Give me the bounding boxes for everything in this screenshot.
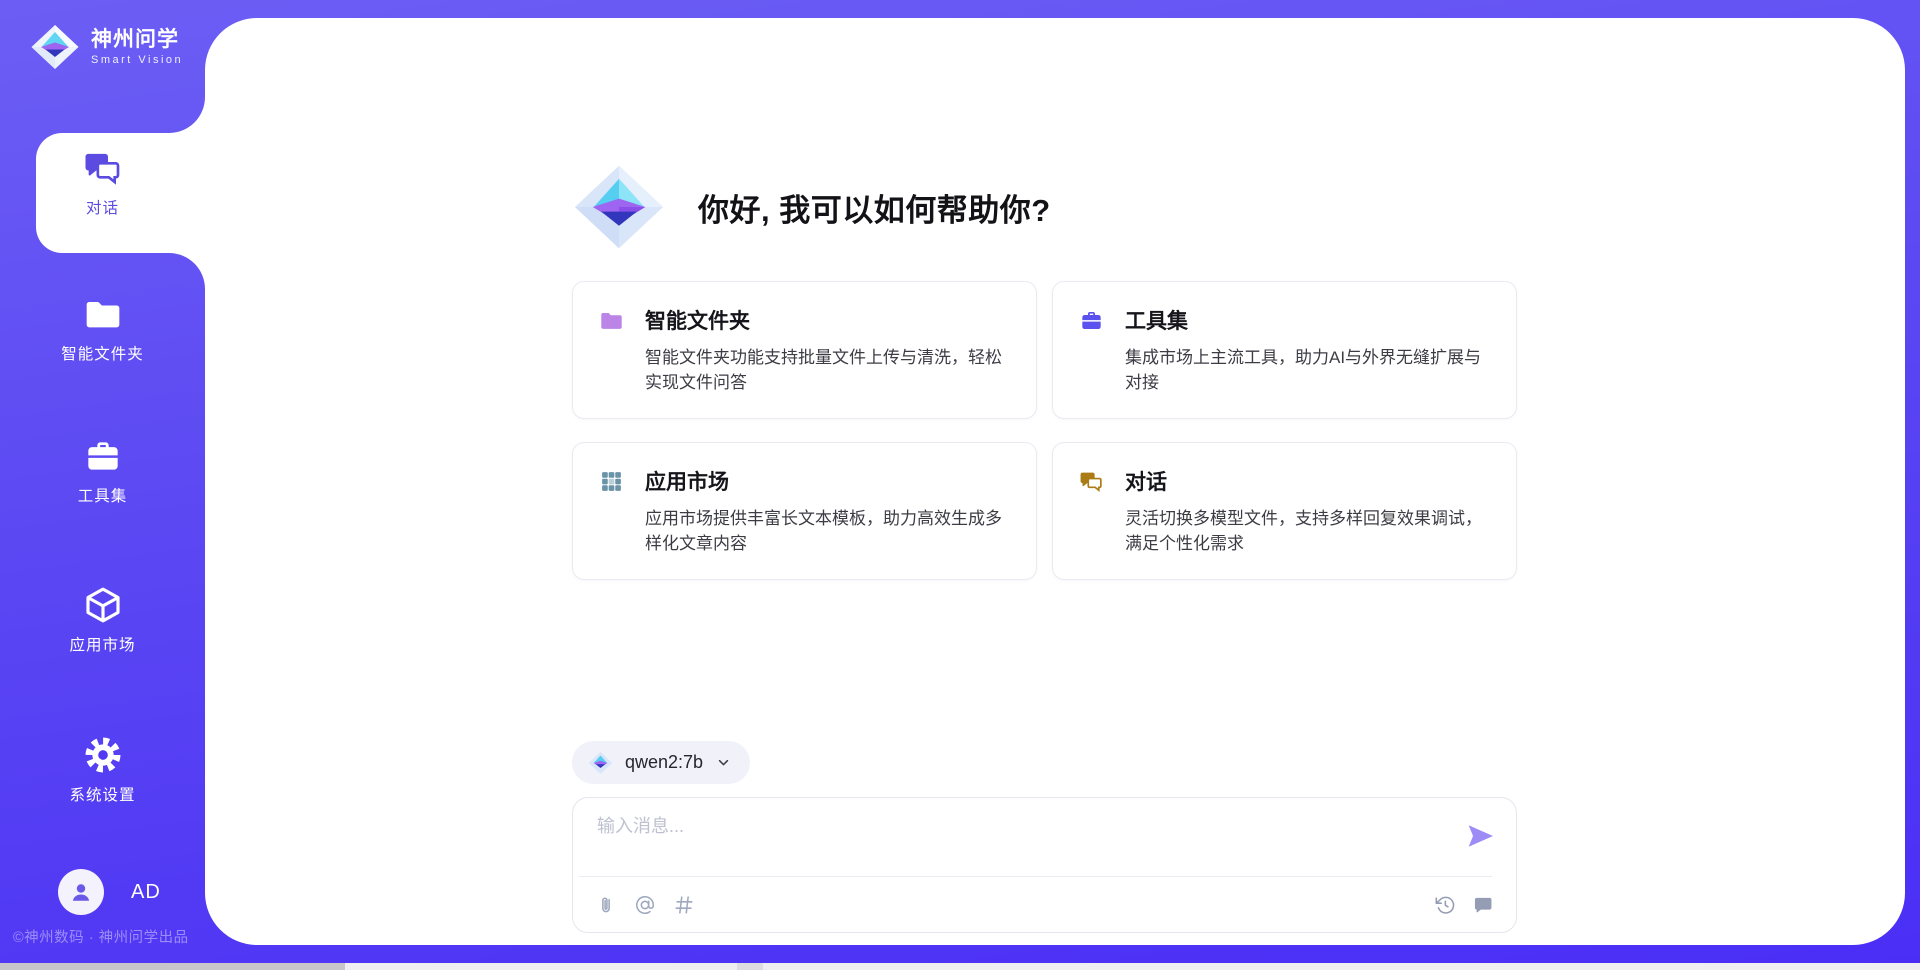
card-desc: 智能文件夹功能支持批量文件上传与清洗，轻松实现文件问答 bbox=[645, 345, 1010, 395]
card-desc: 应用市场提供丰富长文本模板，助力高效生成多样化文章内容 bbox=[645, 506, 1010, 556]
greeting: 你好, 我可以如何帮助你? bbox=[572, 163, 1517, 251]
chat-icon bbox=[1079, 469, 1104, 494]
history-button[interactable] bbox=[1434, 894, 1456, 916]
mention-button[interactable] bbox=[634, 894, 656, 916]
sidebar-item-toolset[interactable]: 工具集 bbox=[0, 436, 205, 506]
sidebar-item-settings[interactable]: 系统设置 bbox=[0, 735, 205, 805]
input-divider bbox=[579, 876, 1492, 877]
sidebar-footer: ©神州数码 · 神州问学出品 bbox=[13, 926, 189, 947]
person-icon bbox=[67, 878, 95, 906]
toolbox-icon bbox=[83, 436, 123, 476]
sidebar-item-smart-folder[interactable]: 智能文件夹 bbox=[0, 294, 205, 364]
brand-diamond-logo bbox=[30, 22, 80, 72]
main-content: 你好, 我可以如何帮助你? 智能文件夹 智能文件夹功能支持批量文件上传与清洗，轻… bbox=[572, 163, 1517, 933]
folder-icon bbox=[599, 308, 624, 333]
cube-icon bbox=[83, 585, 123, 625]
sidebar-item-label: 应用市场 bbox=[69, 633, 135, 655]
apps-grid-icon bbox=[599, 469, 624, 494]
sidebar-item-chat[interactable]: 对话 bbox=[0, 148, 205, 218]
at-icon bbox=[634, 894, 656, 916]
chat-icon bbox=[83, 148, 123, 188]
chevron-down-icon bbox=[715, 754, 732, 771]
card-chat[interactable]: 对话 灵活切换多模型文件，支持多样回复效果调试，满足个性化需求 bbox=[1052, 442, 1517, 580]
brand-name: 神州问学 bbox=[91, 28, 183, 52]
card-smart-folder[interactable]: 智能文件夹 智能文件夹功能支持批量文件上传与清洗，轻松实现文件问答 bbox=[572, 281, 1037, 419]
card-title: 智能文件夹 bbox=[645, 305, 750, 335]
main-panel: 你好, 我可以如何帮助你? 智能文件夹 智能文件夹功能支持批量文件上传与清洗，轻… bbox=[205, 18, 1905, 945]
card-desc: 集成市场上主流工具，助力AI与外界无缝扩展与对接 bbox=[1125, 345, 1490, 395]
chat-input-box bbox=[572, 797, 1517, 933]
input-toolbar bbox=[573, 878, 1516, 932]
greeting-text: 你好, 我可以如何帮助你? bbox=[698, 185, 1051, 230]
comment-icon bbox=[1472, 894, 1494, 916]
tab-fillet-top bbox=[169, 97, 205, 133]
card-title: 对话 bbox=[1125, 466, 1167, 496]
user-initials: AD bbox=[131, 881, 161, 904]
card-desc: 灵活切换多模型文件，支持多样回复效果调试，满足个性化需求 bbox=[1125, 506, 1490, 556]
card-toolset[interactable]: 工具集 集成市场上主流工具，助力AI与外界无缝扩展与对接 bbox=[1052, 281, 1517, 419]
user-account[interactable]: AD bbox=[58, 869, 161, 915]
card-title: 工具集 bbox=[1125, 305, 1188, 335]
message-input[interactable] bbox=[595, 810, 1439, 872]
send-icon bbox=[1465, 821, 1495, 851]
sidebar-item-label: 工具集 bbox=[78, 484, 128, 506]
model-diamond-icon bbox=[588, 750, 613, 776]
brand: 神州问学 Smart Vision bbox=[30, 22, 183, 72]
gear-icon bbox=[83, 735, 123, 775]
sidebar-item-label: 对话 bbox=[86, 196, 119, 218]
attach-button[interactable] bbox=[595, 894, 617, 916]
send-button[interactable] bbox=[1464, 821, 1496, 853]
card-title: 应用市场 bbox=[645, 466, 729, 496]
sidebar-item-label: 系统设置 bbox=[69, 783, 135, 805]
feature-cards: 智能文件夹 智能文件夹功能支持批量文件上传与清洗，轻松实现文件问答 工具集 集成… bbox=[572, 281, 1517, 580]
sidebar: 神州问学 Smart Vision 对话 智能文件夹 工具集 应用市场 系统设置 bbox=[0, 0, 205, 970]
paperclip-icon bbox=[595, 894, 617, 916]
history-icon bbox=[1434, 894, 1456, 916]
tab-fillet-bottom bbox=[169, 253, 205, 289]
model-name: qwen2:7b bbox=[625, 752, 703, 773]
sidebar-item-app-market[interactable]: 应用市场 bbox=[0, 585, 205, 655]
model-selector[interactable]: qwen2:7b bbox=[572, 741, 750, 784]
hashtag-button[interactable] bbox=[673, 894, 695, 916]
avatar bbox=[58, 869, 104, 915]
assistant-diamond-logo bbox=[572, 163, 666, 251]
card-app-market[interactable]: 应用市场 应用市场提供丰富长文本模板，助力高效生成多样化文章内容 bbox=[572, 442, 1037, 580]
toolbox-icon bbox=[1079, 308, 1104, 333]
horizontal-scrollbar bbox=[0, 963, 1920, 970]
scrollbar-segment bbox=[737, 963, 763, 970]
scrollbar-thumb[interactable] bbox=[0, 963, 345, 970]
sidebar-item-label: 智能文件夹 bbox=[61, 342, 144, 364]
brand-subtitle: Smart Vision bbox=[91, 54, 183, 66]
comment-button[interactable] bbox=[1472, 894, 1494, 916]
hash-icon bbox=[673, 894, 695, 916]
folder-icon bbox=[83, 294, 123, 334]
